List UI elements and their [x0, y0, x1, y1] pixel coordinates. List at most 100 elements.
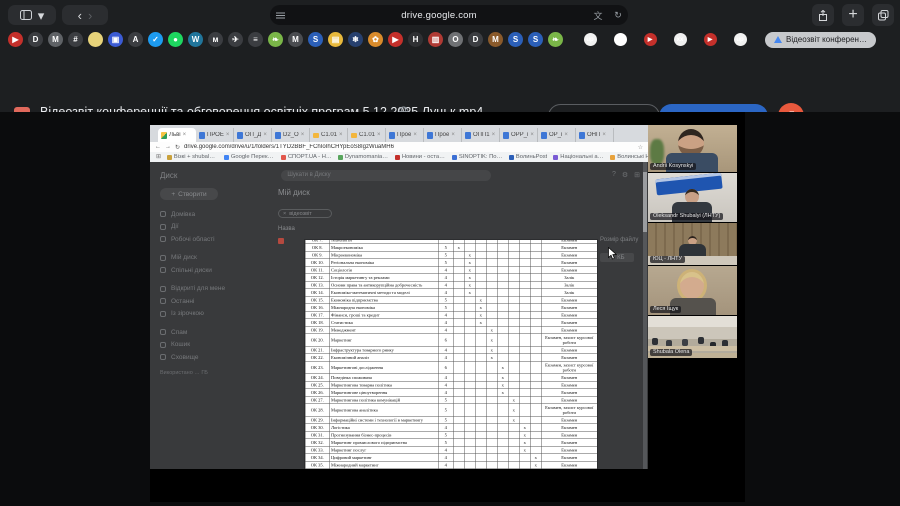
sidebar-toggle-button[interactable]: ▾ — [8, 5, 56, 25]
bookmark-favicon[interactable]: ❄ — [348, 32, 363, 47]
bookmark-icon — [224, 155, 229, 160]
bookmark-favicon[interactable]: A — [128, 32, 143, 47]
bookmark-favicon[interactable]: ✈ — [228, 32, 243, 47]
reload-icon[interactable]: ↻ — [608, 10, 628, 21]
pinned-tab-favicon: ▶ — [644, 33, 657, 46]
table-row: ОК 28. Маркетингова аналітика 5 — [305, 404, 597, 417]
drive-sidebar-item: Останні — [160, 295, 268, 308]
nav-buttons: ‹ › — [62, 5, 108, 25]
bookmark-favicon[interactable]: S — [508, 32, 523, 47]
sidebar-item-icon — [160, 224, 166, 230]
tab-close-icon: × — [301, 132, 305, 138]
address-bar[interactable]: drive.google.com 文 ↻ — [270, 5, 628, 25]
table-row: ОК 14. Економіко-математичні методи та м… — [305, 289, 597, 297]
bookmark-favicon[interactable]: W — [188, 32, 203, 47]
bookmark-favicon[interactable]: ≡ — [248, 32, 263, 47]
bookmark-favicon[interactable]: S — [308, 32, 323, 47]
table-row: ОК 31. Прогнозування бізнес-процесів 5 — [305, 431, 597, 439]
bookmark-icon — [395, 155, 400, 160]
table-row: ОК 24. Поведінка споживача 4 x — [305, 374, 597, 382]
table-row: ОК 12. Історія маркетингу та реклами 4 x — [305, 274, 597, 282]
course-credits: 4 — [438, 381, 453, 389]
bookmark-favicon[interactable]: D — [28, 32, 43, 47]
table-row: ОК 34. Цифровий маркетинг 4 — [305, 454, 597, 462]
bookmark-label: Вiзкi + shubalyi@u... — [174, 154, 218, 160]
table-row: ОК 13. Основи права та антикорупційна до… — [305, 281, 597, 289]
bookmark-favicon[interactable] — [88, 32, 103, 47]
video-stage[interactable]: Льві × ПРОЕ × — [0, 112, 900, 506]
tab-favicon — [199, 132, 205, 139]
bookmark-favicon[interactable]: ● — [168, 32, 183, 47]
course-name: Соціологія — [329, 266, 438, 274]
control-form: Екзамен — [541, 311, 597, 319]
sidebar-item-icon — [160, 267, 166, 273]
course-name: Маркетингові дослідження — [329, 361, 438, 374]
tab-label: ОПП1 — [473, 132, 490, 138]
course-code: ОК 10. — [305, 259, 329, 267]
bookmark-favicon[interactable]: ▶ — [8, 32, 23, 47]
bookmark-favicon[interactable]: M — [288, 32, 303, 47]
browser-toolbar: ▾ ‹ › drive.google.com 文 ↻ + — [0, 0, 900, 30]
back-button[interactable]: ‹ — [78, 9, 82, 22]
pinned-tab[interactable]: W — [607, 32, 633, 47]
bookmark-favicon[interactable]: M — [48, 32, 63, 47]
course-code: ОК 35. — [305, 461, 329, 469]
drive-column-header: Назва — [278, 226, 332, 232]
course-name: Цифровий маркетинг — [329, 454, 438, 462]
video-frame: Льві × ПРОЕ × — [150, 112, 745, 502]
tab-favicon — [503, 132, 509, 139]
bookmark-favicon[interactable]: S — [528, 32, 543, 47]
drive-sidebar-item: Із зірочкою — [160, 308, 268, 321]
bookmark-favicon[interactable]: ▤ — [328, 32, 343, 47]
course-credits: 6 — [438, 361, 453, 374]
bookmark-favicon[interactable]: O — [448, 32, 463, 47]
control-form: Екзамен, захист курсової роботи — [541, 361, 597, 374]
tab-label: ПРОЕ — [207, 132, 224, 138]
pinned-tab[interactable]: ▶ — [637, 32, 663, 47]
bookmark-favicon[interactable]: ✓ — [148, 32, 163, 47]
site-settings-icon[interactable] — [270, 12, 290, 19]
bookmark-favicon[interactable]: M — [488, 32, 503, 47]
apps-grid-icon: ⊞ — [156, 154, 161, 160]
control-form: Екзамен — [541, 431, 597, 439]
bookmarks-favicon-row: ▶ D M # ▣ A ✓ ● W м ✈ — [0, 29, 900, 50]
bookmark-favicon[interactable]: м — [208, 32, 223, 47]
bookmark-favicon[interactable]: H — [408, 32, 423, 47]
shared-browser-tab: ПРОЕ × — [196, 128, 234, 142]
table-row: ОК 26. Маркетингове ціноутворення 4 x — [305, 389, 597, 397]
table-row: ОК 17. Фінанси, гроші та кредит 4 x — [305, 311, 597, 319]
pinned-tab[interactable]: xx — [667, 32, 693, 47]
bookmark-favicon[interactable]: D — [468, 32, 483, 47]
bookmark-favicon[interactable]: ▥ — [428, 32, 443, 47]
drive-sidebar-item: Спільні диски — [160, 264, 268, 277]
tab-overview-button[interactable] — [872, 4, 894, 26]
forward-button[interactable]: › — [88, 9, 92, 22]
pinned-tab[interactable]: up — [577, 32, 603, 47]
bookmark-favicon[interactable]: ✿ — [368, 32, 383, 47]
shared-screen-browser: Льві × ПРОЕ × — [150, 125, 648, 469]
new-tab-button[interactable]: + — [842, 4, 864, 26]
translate-icon[interactable]: 文 — [588, 9, 608, 22]
sidebar-item-label: Робочі області — [171, 236, 215, 243]
pinned-tab[interactable]: ▶ — [697, 32, 723, 47]
tab-label: Льві — [169, 132, 181, 138]
bookmark-icon — [338, 155, 343, 160]
bookmark-favicon[interactable]: ❧ — [268, 32, 283, 47]
control-form: Екзамен — [541, 454, 597, 462]
active-tab[interactable]: Відеозвіт конферен… — [765, 32, 876, 48]
course-code: ОК 27. — [305, 396, 329, 404]
share-page-button[interactable] — [812, 4, 834, 26]
pinned-tab[interactable]: up — [727, 32, 753, 47]
chevron-down-icon: ▾ — [38, 9, 45, 22]
shared-browser-tab: D2_О × — [272, 128, 310, 142]
bookmark-favicon[interactable]: ▶ — [388, 32, 403, 47]
shared-url: drive.google.com/drive/u/1/folders/1TYD2… — [184, 144, 394, 150]
size-value: … КБ — [600, 253, 634, 262]
course-credits: 5 — [438, 396, 453, 404]
bookmark-favicon[interactable]: ▣ — [108, 32, 123, 47]
control-form: Екзамен — [541, 446, 597, 454]
bookmark-favicon[interactable]: ❧ — [548, 32, 563, 47]
drive-logo: Диск — [160, 171, 177, 180]
bookmark-favicon[interactable]: # — [68, 32, 83, 47]
drive-sidebar-item: Домівка — [160, 208, 268, 221]
